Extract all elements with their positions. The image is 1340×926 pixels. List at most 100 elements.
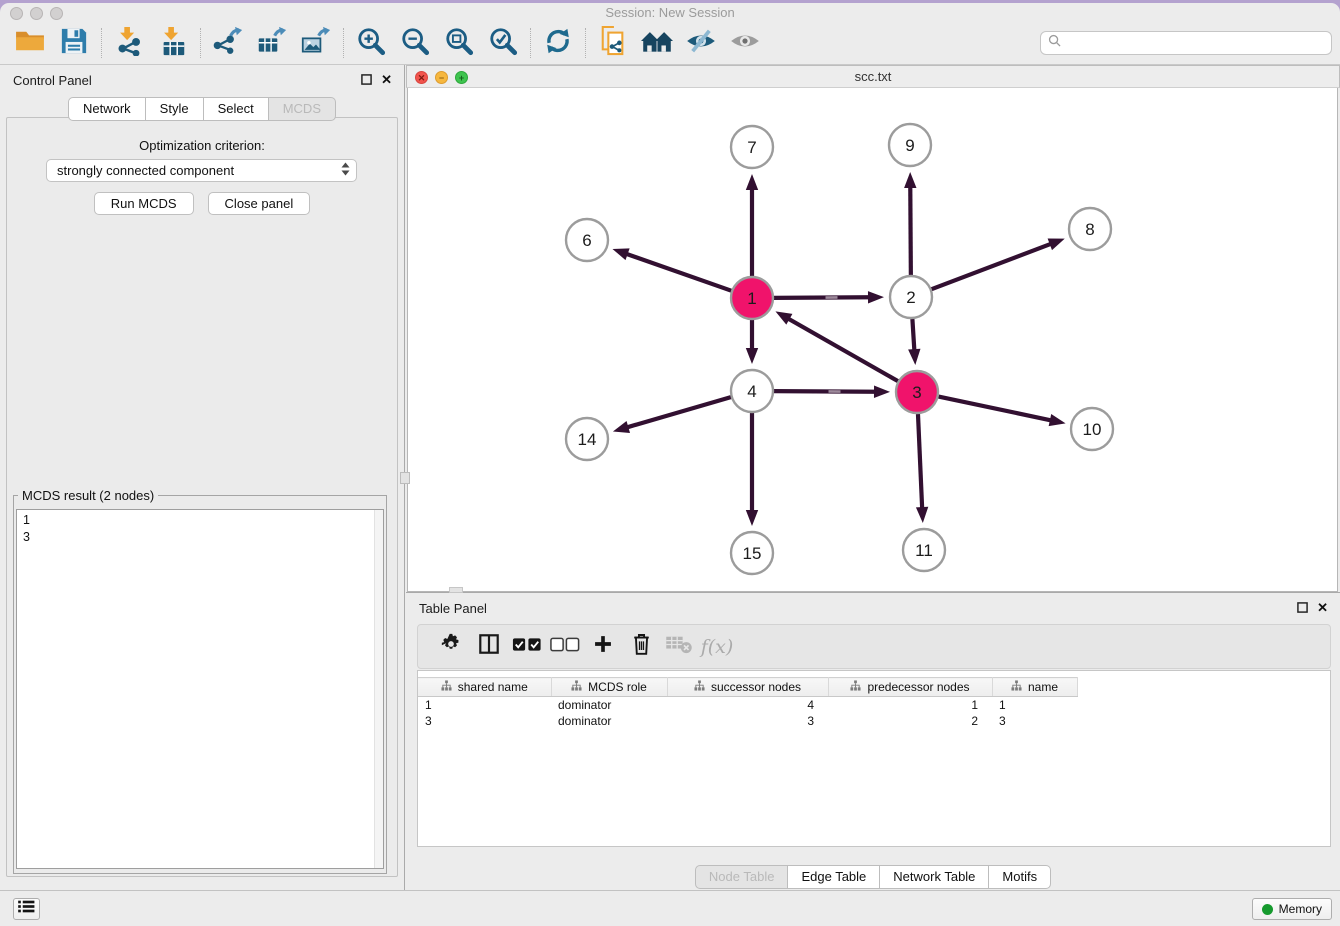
zoom-in-button[interactable] xyxy=(349,25,393,61)
export-table-button[interactable] xyxy=(250,25,294,61)
result-scrollbar[interactable] xyxy=(374,510,383,868)
column-visibility-button[interactable] xyxy=(470,630,508,664)
graph-node-2[interactable]: 2 xyxy=(890,276,932,318)
search-field[interactable] xyxy=(1040,31,1332,55)
column-header-predecessor-nodes[interactable]: predecessor nodes xyxy=(828,678,992,697)
export-image-button[interactable] xyxy=(294,25,338,61)
vertical-splitter-handle[interactable] xyxy=(400,472,410,484)
graph-node-10[interactable]: 10 xyxy=(1071,408,1113,450)
tab-node-table[interactable]: Node Table xyxy=(695,865,789,889)
close-table-panel-icon[interactable]: ✕ xyxy=(1317,601,1328,614)
memory-status-icon xyxy=(1262,904,1273,915)
graph-edge-2-3[interactable] xyxy=(908,319,920,365)
network-from-selection-button[interactable] xyxy=(591,25,635,61)
table-cell[interactable]: 2 xyxy=(828,713,992,729)
table-cell[interactable]: 4 xyxy=(667,697,828,713)
open-session-button[interactable] xyxy=(8,25,52,61)
save-session-button[interactable] xyxy=(52,25,96,61)
memory-button[interactable]: Memory xyxy=(1252,898,1332,920)
graph-edge-4-3[interactable] xyxy=(774,386,890,398)
hide-selected-button[interactable] xyxy=(679,25,723,61)
mcds-result-textarea[interactable]: 13 xyxy=(16,509,384,869)
graph-node-4[interactable]: 4 xyxy=(731,370,773,412)
table-cell[interactable]: 3 xyxy=(992,713,1077,729)
tab-style[interactable]: Style xyxy=(146,97,204,121)
table-cell[interactable]: 1 xyxy=(418,697,551,713)
graph-node-3[interactable]: 3 xyxy=(896,371,938,413)
table-cell[interactable]: 1 xyxy=(992,697,1077,713)
table-cell[interactable]: 3 xyxy=(418,713,551,729)
settings-gear-button[interactable] xyxy=(432,630,470,664)
table-cell[interactable]: dominator xyxy=(551,713,667,729)
float-table-panel-icon[interactable] xyxy=(1297,602,1308,613)
show-all-button[interactable] xyxy=(723,25,767,61)
search-input[interactable] xyxy=(1066,36,1324,51)
graph-edge-4-14[interactable] xyxy=(613,397,731,433)
graph-node-1[interactable]: 1 xyxy=(731,277,773,319)
create-column-button[interactable] xyxy=(584,630,622,664)
graph-edge-2-9[interactable] xyxy=(904,172,916,275)
zoom-selected-button[interactable] xyxy=(481,25,525,61)
network-close-button[interactable]: ✕ xyxy=(415,71,428,84)
graph-node-9[interactable]: 9 xyxy=(889,124,931,166)
graph-edge-3-1[interactable] xyxy=(775,311,897,381)
optimization-criterion-label: Optimization criterion: xyxy=(7,138,397,153)
select-all-rows-icon xyxy=(512,637,542,657)
table-cell[interactable]: dominator xyxy=(551,697,667,713)
org-chart-icon xyxy=(1011,680,1022,694)
tab-network[interactable]: Network xyxy=(68,97,146,121)
graph-node-6[interactable]: 6 xyxy=(566,219,608,261)
graph-edge-1-2[interactable] xyxy=(774,291,884,303)
zoom-out-button[interactable] xyxy=(393,25,437,61)
deselect-all-rows-button[interactable] xyxy=(546,630,584,664)
zoom-fit-button[interactable] xyxy=(437,25,481,61)
tab-select[interactable]: Select xyxy=(204,97,269,121)
tab-network-table[interactable]: Network Table xyxy=(880,865,989,889)
node-label: 11 xyxy=(915,541,933,560)
criterion-select[interactable]: strongly connected component xyxy=(46,159,357,182)
network-window-titlebar: ✕ − + scc.txt xyxy=(406,65,1340,88)
graph-edge-1-4[interactable] xyxy=(746,320,758,364)
column-header-mcds-role[interactable]: MCDS role xyxy=(551,678,667,697)
delete-column-button[interactable] xyxy=(622,630,660,664)
table-row: 3dominator323 xyxy=(418,713,1077,729)
column-header-successor-nodes[interactable]: successor nodes xyxy=(667,678,828,697)
network-minimize-button[interactable]: − xyxy=(435,71,448,84)
graph-edge-3-10[interactable] xyxy=(939,397,1066,427)
tab-mcds[interactable]: MCDS xyxy=(269,97,336,121)
import-network-button[interactable] xyxy=(107,25,151,61)
graph-edge-2-8[interactable] xyxy=(932,238,1065,289)
table-cell[interactable]: 3 xyxy=(667,713,828,729)
horizontal-splitter-handle[interactable] xyxy=(449,587,463,593)
column-header-shared-name[interactable]: shared name xyxy=(418,678,551,697)
graph-node-14[interactable]: 14 xyxy=(566,418,608,460)
close-panel-icon[interactable]: ✕ xyxy=(381,73,392,86)
graph-edge-4-15[interactable] xyxy=(746,413,758,526)
run-mcds-button[interactable]: Run MCDS xyxy=(94,192,194,215)
column-header-name[interactable]: name xyxy=(992,678,1077,697)
minimize-window-button[interactable] xyxy=(30,7,43,20)
graph-node-8[interactable]: 8 xyxy=(1069,208,1111,250)
graph-node-15[interactable]: 15 xyxy=(731,532,773,574)
graph-node-11[interactable]: 11 xyxy=(903,529,945,571)
table-cell[interactable]: 1 xyxy=(828,697,992,713)
network-view-window: ✕ − + scc.txt 7 9 6 8 1 2 4 3 14 10 15 11 xyxy=(406,65,1340,592)
refresh-layout-button[interactable] xyxy=(536,25,580,61)
graph-edge-3-11[interactable] xyxy=(916,414,928,523)
graph-edge-1-6[interactable] xyxy=(612,248,731,290)
tab-motifs[interactable]: Motifs xyxy=(989,865,1051,889)
float-panel-icon[interactable] xyxy=(361,74,372,85)
zoom-window-button[interactable] xyxy=(50,7,63,20)
export-network-button[interactable] xyxy=(206,25,250,61)
select-all-rows-button[interactable] xyxy=(508,630,546,664)
tab-edge-table[interactable]: Edge Table xyxy=(788,865,880,889)
close-panel-button[interactable]: Close panel xyxy=(208,192,311,215)
network-canvas[interactable]: 7 9 6 8 1 2 4 3 14 10 15 11 xyxy=(407,88,1338,592)
task-history-button[interactable] xyxy=(13,898,40,920)
close-window-button[interactable] xyxy=(10,7,23,20)
network-maximize-button[interactable]: + xyxy=(455,71,468,84)
graph-edge-1-7[interactable] xyxy=(746,174,758,276)
graph-node-7[interactable]: 7 xyxy=(731,126,773,168)
import-table-button[interactable] xyxy=(151,25,195,61)
first-neighbors-button[interactable] xyxy=(635,25,679,61)
